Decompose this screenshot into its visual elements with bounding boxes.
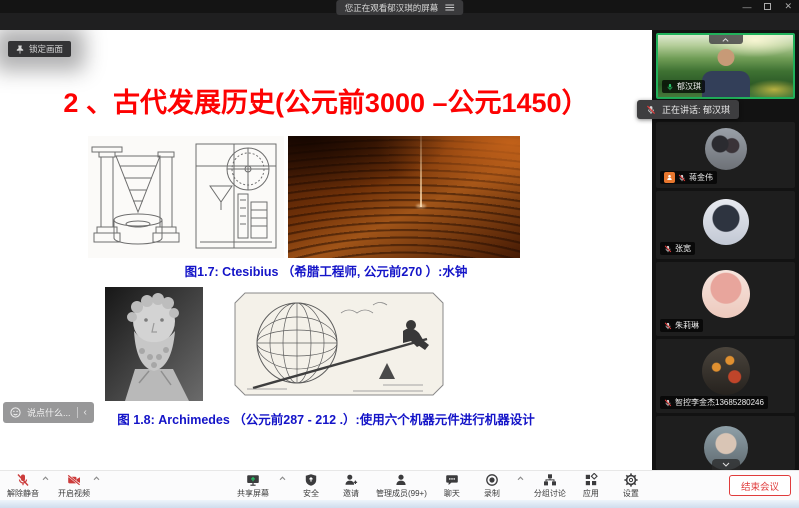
archimedes-lever-engraving-image — [233, 291, 445, 397]
shield-icon — [304, 473, 318, 487]
participant-name-tag: 朱莉琳 — [660, 319, 703, 332]
avatar — [702, 347, 750, 395]
manage-members-button[interactable]: 管理成员(99+) — [376, 473, 427, 499]
participant-tile[interactable]: 智控李金杰13685280246 — [656, 339, 795, 413]
shared-screen: 锁定画面 2 、古代发展历史(公元前3000 –公元1450） — [0, 30, 652, 470]
breakout-groups-icon — [543, 473, 557, 487]
water-stream — [420, 136, 422, 207]
speaking-toast: 正在讲话: 郁汉琪 — [637, 100, 739, 119]
participant-name: 张宽 — [675, 243, 691, 254]
participant-tile[interactable]: 张宽 — [656, 191, 795, 259]
chevron-up-icon[interactable] — [517, 476, 524, 481]
maximize-button[interactable] — [764, 3, 771, 10]
emoji-icon[interactable] — [10, 407, 21, 418]
chat-placeholder: 说点什么... — [27, 406, 71, 419]
chevron-up-icon[interactable] — [279, 476, 286, 481]
window-controls: — ✕ — [742, 1, 792, 12]
archimedes-bust-image — [105, 287, 203, 401]
participant-video-body — [702, 71, 750, 99]
chat-button[interactable]: 聊天 — [437, 473, 467, 499]
water-clock-engraving-image — [88, 136, 284, 258]
participant-tile[interactable]: 蒋金伟 — [656, 122, 795, 188]
apps-button[interactable]: 应用 — [576, 473, 606, 499]
chevron-down-icon — [722, 462, 730, 467]
pushpin-icon — [16, 45, 24, 54]
close-button[interactable]: ✕ — [784, 1, 792, 12]
security-button[interactable]: 安全 — [296, 473, 326, 499]
meeting-toolbar: 解除静音 开启视频 — [0, 470, 799, 500]
microphone-on-icon — [666, 83, 674, 91]
microphone-muted-icon — [664, 322, 672, 330]
settings-button[interactable]: 设置 — [616, 473, 646, 499]
person-plus-icon — [344, 473, 358, 487]
record-button[interactable]: 录制 — [477, 473, 507, 499]
toolbar-center-group: 共享屏幕 安全 邀请 — [237, 473, 646, 499]
camera-off-icon — [67, 473, 81, 487]
chat-bubble-icon — [445, 473, 459, 487]
participant-name-tag: 张宽 — [660, 242, 695, 255]
host-badge-icon — [664, 172, 675, 183]
share-screen-button[interactable]: 共享屏幕 — [237, 473, 269, 499]
participant-name-tag: 郁汉琪 — [662, 80, 705, 93]
chat-quick-input[interactable]: 说点什么... ‹ — [3, 402, 94, 423]
chevron-up-icon[interactable] — [42, 476, 49, 481]
participant-video-person — [717, 49, 734, 66]
microphone-muted-icon — [16, 473, 30, 487]
caption-fig-1-7: 图1.7: Ctesibius （希腊工程师, 公元前270 ）:水钟 — [0, 261, 652, 280]
toolbar-left-group: 解除静音 开启视频 — [7, 473, 100, 499]
participant-name: 郁汉琪 — [677, 81, 701, 92]
collapse-left-icon[interactable]: ‹ — [84, 407, 87, 418]
water-splash — [416, 204, 426, 208]
watching-banner: 您正在观看郁汉琪的屏幕 — [336, 0, 464, 15]
share-screen-icon — [246, 473, 260, 487]
status-bar — [0, 13, 799, 30]
water-ripple-photo — [288, 136, 520, 258]
lock-view-label: 锁定画面 — [29, 43, 63, 55]
record-icon — [485, 473, 499, 487]
microphone-muted-icon — [646, 105, 656, 115]
scroll-more-indicator[interactable] — [712, 459, 740, 470]
microphone-muted-icon — [664, 399, 672, 407]
participant-tile[interactable] — [656, 416, 795, 470]
chevron-up-icon — [722, 38, 729, 42]
apps-grid-icon — [584, 473, 598, 487]
invite-button[interactable]: 邀请 — [336, 473, 366, 499]
participant-name-tag: 智控李金杰13685280246 — [660, 396, 768, 409]
minimize-button[interactable]: — — [742, 2, 751, 12]
avatar — [702, 270, 750, 318]
collapse-panel-tab[interactable] — [709, 35, 743, 44]
end-meeting-button[interactable]: 结束会议 — [729, 475, 791, 496]
participants-panel: 郁汉琪 蒋金伟 — [652, 30, 799, 470]
microphone-muted-icon — [664, 245, 672, 253]
participant-name: 蒋金伟 — [689, 172, 713, 183]
avatar — [703, 199, 749, 245]
participant-tile-speaking[interactable]: 郁汉琪 — [656, 33, 795, 99]
person-icon — [394, 473, 408, 487]
lock-view-button[interactable]: 锁定画面 — [8, 41, 71, 57]
participant-name: 朱莉琳 — [675, 320, 699, 331]
unmute-button[interactable]: 解除静音 — [7, 473, 39, 499]
participant-name: 智控李金杰13685280246 — [675, 397, 764, 408]
avatar — [705, 128, 747, 170]
banner-menu-icon[interactable] — [445, 4, 454, 11]
gear-icon — [624, 473, 638, 487]
start-video-button[interactable]: 开启视频 — [58, 473, 90, 499]
speaking-toast-text: 正在讲话: 郁汉琪 — [662, 103, 730, 116]
meeting-window: 您正在观看郁汉琪的屏幕 — ✕ i 23:36 演讲者视图 — [0, 0, 799, 508]
divider — [77, 407, 78, 418]
participant-tile[interactable]: 朱莉琳 — [656, 262, 795, 336]
watching-banner-text: 您正在观看郁汉琪的屏幕 — [345, 2, 439, 14]
participant-name-tag: 蒋金伟 — [660, 171, 717, 184]
desktop-taskbar-edge — [0, 500, 799, 508]
microphone-muted-icon — [678, 174, 686, 182]
chevron-up-icon[interactable] — [93, 476, 100, 481]
caption-fig-1-8: 图 1.8: Archimedes （公元前287 - 212 .）:使用六个机… — [0, 409, 652, 428]
breakout-rooms-button[interactable]: 分组讨论 — [534, 473, 566, 499]
slide-title: 2 、古代发展历史(公元前3000 –公元1450） — [0, 81, 652, 120]
